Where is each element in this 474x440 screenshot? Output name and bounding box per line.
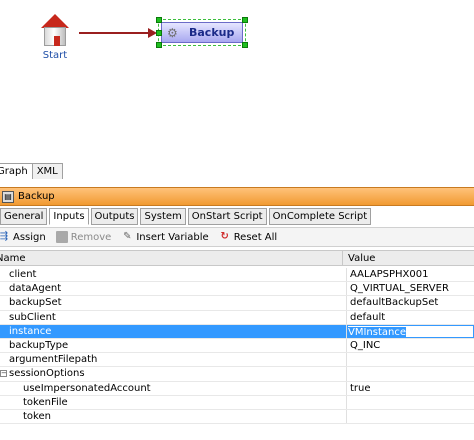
row-value[interactable]: Q_VIRTUAL_SERVER bbox=[347, 282, 474, 295]
table-row[interactable]: client AALAPSPHX001 bbox=[0, 268, 474, 283]
table-row[interactable]: useImpersonatedAccount true bbox=[0, 381, 474, 396]
resize-handle-top-right[interactable] bbox=[242, 17, 248, 23]
insert-variable-button[interactable]: ✎ Insert Variable bbox=[121, 231, 209, 243]
remove-button[interactable]: ■ Remove bbox=[55, 231, 112, 243]
tab-general[interactable]: General bbox=[0, 208, 48, 225]
row-name: useImpersonatedAccount bbox=[0, 381, 347, 395]
resize-handle-top-left[interactable] bbox=[156, 17, 162, 23]
table-row[interactable]: token bbox=[0, 409, 474, 425]
workflow-canvas[interactable]: Start ⚙ Backup bbox=[0, 0, 474, 163]
table-row[interactable]: backupType Q_INC bbox=[0, 338, 474, 354]
backup-node-label: Backup bbox=[189, 26, 235, 39]
assign-button[interactable]: ⇶ Assign bbox=[0, 231, 46, 243]
table-row[interactable]: tokenFile bbox=[0, 395, 474, 410]
row-value[interactable]: AALAPSPHX001 bbox=[347, 268, 474, 281]
gear-icon: ⚙ bbox=[167, 25, 178, 40]
row-group-name: − sessionOptions bbox=[0, 367, 347, 381]
reset-all-button[interactable]: ↻ Reset All bbox=[219, 231, 278, 243]
table-row[interactable]: argumentFilepath bbox=[0, 353, 474, 368]
resize-handle-bottom-right[interactable] bbox=[242, 42, 248, 48]
tab-inputs[interactable]: Inputs bbox=[49, 208, 89, 225]
tab-system[interactable]: System bbox=[140, 208, 186, 225]
remove-icon: ■ bbox=[55, 231, 68, 243]
tab-onstart-script[interactable]: OnStart Script bbox=[187, 208, 267, 225]
row-value[interactable] bbox=[347, 353, 474, 366]
row-name: subClient bbox=[0, 310, 347, 324]
backup-node[interactable]: ⚙ Backup bbox=[156, 17, 248, 48]
property-tabs: General Inputs Outputs System OnStart Sc… bbox=[0, 208, 474, 225]
table-row-selected[interactable]: instance VMInstance bbox=[0, 324, 474, 339]
view-tabs: Graph XML bbox=[0, 163, 474, 179]
row-value bbox=[347, 367, 474, 380]
row-name: backupType bbox=[0, 338, 347, 353]
row-name: token bbox=[0, 409, 347, 424]
row-name: instance bbox=[0, 324, 347, 338]
insert-variable-icon: ✎ bbox=[123, 231, 132, 242]
inputs-grid: client AALAPSPHX001 dataAgent Q_VIRTUAL_… bbox=[0, 268, 474, 425]
row-value[interactable]: true bbox=[347, 382, 474, 395]
tab-outputs[interactable]: Outputs bbox=[90, 208, 139, 225]
row-value[interactable] bbox=[347, 396, 474, 409]
tab-graph[interactable]: Graph bbox=[0, 163, 33, 179]
row-name: dataAgent bbox=[0, 282, 347, 296]
row-name: tokenFile bbox=[0, 395, 347, 409]
tab-xml[interactable]: XML bbox=[31, 163, 63, 179]
row-value-selected-text: VMInstance bbox=[348, 326, 407, 338]
activity-title: Backup bbox=[18, 191, 55, 202]
row-value[interactable] bbox=[347, 410, 474, 423]
row-value[interactable]: Q_INC bbox=[347, 339, 474, 352]
activity-icon: ▤ bbox=[2, 190, 14, 203]
workflow-connector[interactable] bbox=[79, 32, 154, 34]
tab-oncomplete-script[interactable]: OnComplete Script bbox=[268, 208, 372, 225]
start-node[interactable]: Start bbox=[36, 14, 74, 61]
inputs-toolbar: ⇶ Assign ■ Remove ✎ Insert Variable ↻ Re… bbox=[0, 227, 474, 247]
table-row[interactable]: dataAgent Q_VIRTUAL_SERVER bbox=[0, 282, 474, 297]
row-group-label: sessionOptions bbox=[9, 368, 85, 380]
connection-handle-left[interactable] bbox=[156, 30, 162, 36]
table-row[interactable]: backupSet defaultBackupSet bbox=[0, 296, 474, 311]
row-value[interactable]: defaultBackupSet bbox=[347, 296, 474, 309]
row-name: backupSet bbox=[0, 296, 347, 310]
column-header-value[interactable]: Value bbox=[343, 251, 474, 265]
assign-button-label: Assign bbox=[13, 231, 46, 243]
row-value[interactable]: default bbox=[347, 311, 474, 324]
assign-icon: ⇶ bbox=[0, 231, 9, 242]
row-value-editor[interactable]: VMInstance bbox=[347, 324, 474, 338]
reset-all-button-label: Reset All bbox=[233, 231, 278, 243]
reset-icon: ↻ bbox=[220, 231, 229, 242]
table-row[interactable]: subClient default bbox=[0, 310, 474, 325]
home-icon bbox=[40, 14, 70, 48]
start-node-label: Start bbox=[42, 50, 68, 61]
remove-button-label: Remove bbox=[70, 231, 112, 243]
insert-variable-button-label: Insert Variable bbox=[136, 231, 209, 243]
column-header-name[interactable]: Name bbox=[0, 251, 343, 265]
table-row-group[interactable]: − sessionOptions bbox=[0, 367, 474, 382]
activity-title-bar: ▤ Backup bbox=[0, 187, 474, 206]
row-name: argumentFilepath bbox=[0, 353, 347, 367]
row-name: client bbox=[0, 268, 347, 282]
resize-handle-bottom-left[interactable] bbox=[156, 42, 162, 48]
collapse-icon[interactable]: − bbox=[0, 369, 7, 377]
grid-header: Name Value bbox=[0, 250, 474, 266]
